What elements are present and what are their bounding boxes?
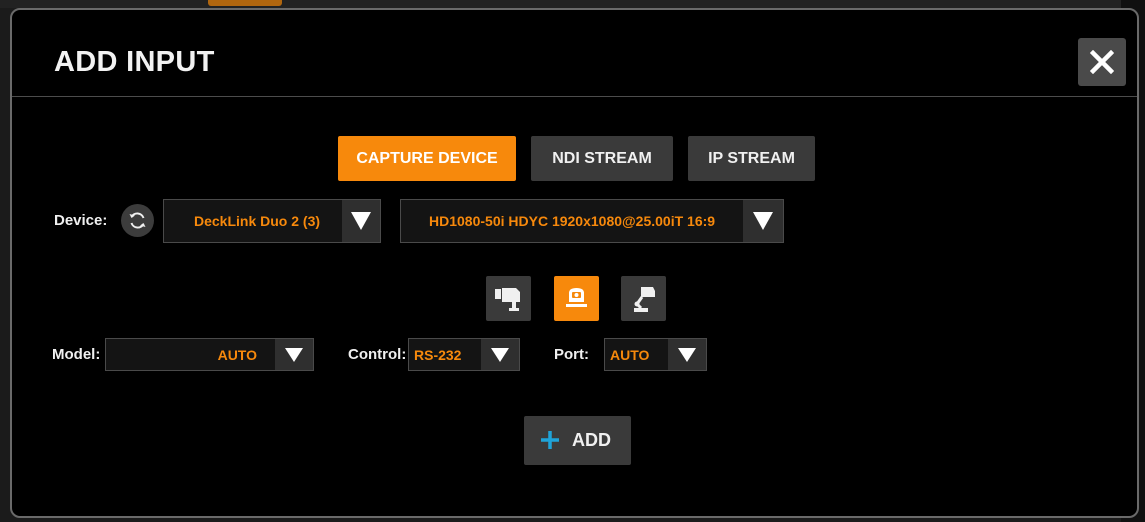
tab-capture-device-label: CAPTURE DEVICE <box>356 149 498 167</box>
model-select[interactable]: AUTO <box>105 338 314 371</box>
format-select-value: HD1080-50i HDYC 1920x1080@25.00iT 16:9 <box>429 213 716 229</box>
tab-ndi-stream[interactable]: NDI STREAM <box>531 136 673 181</box>
tab-ip-stream[interactable]: IP STREAM <box>688 136 815 181</box>
control-label: Control: <box>348 346 407 363</box>
device-select-value: DeckLink Duo 2 (3) <box>194 213 321 229</box>
ptz-camera-icon <box>566 288 587 307</box>
chevron-down-icon <box>753 212 773 230</box>
port-select-value: AUTO <box>610 346 650 363</box>
close-button[interactable] <box>1078 38 1126 86</box>
refresh-icon <box>129 212 146 229</box>
format-select-arrow[interactable] <box>743 200 783 242</box>
fixed-camera-icon <box>495 288 520 311</box>
control-select[interactable]: RS-232 <box>408 338 520 371</box>
camera-type-robotic-button[interactable] <box>621 276 666 321</box>
chevron-down-icon <box>678 347 696 362</box>
chevron-down-icon <box>491 347 509 362</box>
device-label: Device: <box>54 212 108 229</box>
add-button[interactable]: ADD <box>524 416 631 465</box>
dialog-title: ADD INPUT <box>54 46 215 78</box>
chevron-down-icon <box>285 347 303 362</box>
format-select[interactable]: HD1080-50i HDYC 1920x1080@25.00iT 16:9 <box>400 199 784 243</box>
port-select[interactable]: AUTO <box>604 338 707 371</box>
refresh-devices-button[interactable] <box>121 204 154 237</box>
tab-ndi-stream-label: NDI STREAM <box>552 149 652 167</box>
add-button-label: ADD <box>572 430 611 450</box>
close-icon <box>1090 50 1114 74</box>
background-toolbar <box>0 0 1145 8</box>
plus-icon <box>541 431 559 449</box>
background-active-tab <box>208 0 282 6</box>
chevron-down-icon <box>351 212 371 230</box>
model-select-value: AUTO <box>217 346 257 363</box>
header-divider <box>12 96 1137 97</box>
add-input-dialog: ADD INPUT CAPTURE DEVICE NDI STREAM IP S… <box>10 8 1139 518</box>
tab-capture-device[interactable]: CAPTURE DEVICE <box>338 136 516 181</box>
device-select-arrow[interactable] <box>342 200 380 242</box>
port-select-arrow[interactable] <box>668 339 706 370</box>
model-select-arrow[interactable] <box>275 339 313 370</box>
camera-type-fixed-button[interactable] <box>486 276 531 321</box>
tab-ip-stream-label: IP STREAM <box>708 149 795 167</box>
control-select-arrow[interactable] <box>481 339 519 370</box>
port-label: Port: <box>554 346 589 363</box>
camera-type-ptz-button[interactable] <box>554 276 599 321</box>
model-label: Model: <box>52 346 101 363</box>
control-select-value: RS-232 <box>414 346 462 363</box>
robotic-camera-icon <box>634 287 655 312</box>
device-select[interactable]: DeckLink Duo 2 (3) <box>163 199 381 243</box>
